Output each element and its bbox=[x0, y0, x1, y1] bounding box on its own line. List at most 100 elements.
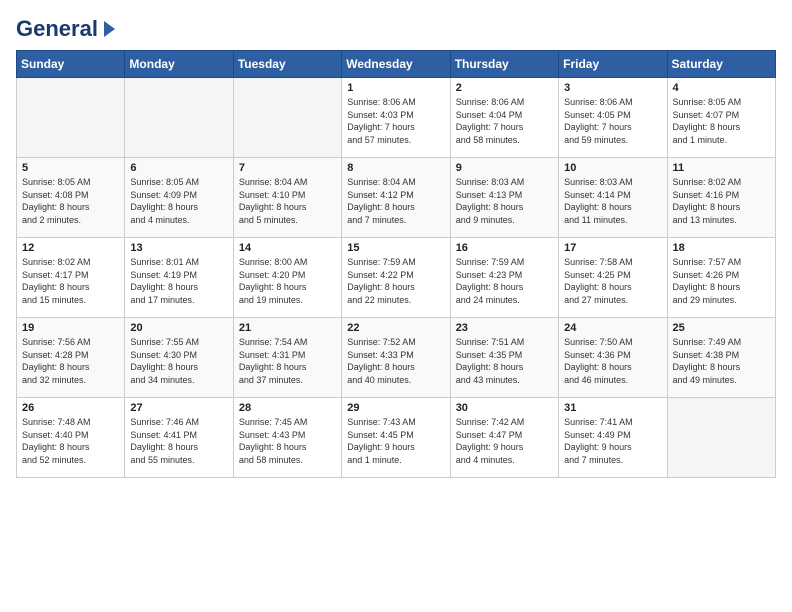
day-number: 27 bbox=[130, 402, 227, 414]
day-number: 13 bbox=[130, 242, 227, 254]
day-number: 3 bbox=[564, 82, 661, 94]
day-number: 28 bbox=[239, 402, 336, 414]
day-info: Sunrise: 8:06 AM Sunset: 4:04 PM Dayligh… bbox=[456, 96, 553, 146]
day-info: Sunrise: 7:45 AM Sunset: 4:43 PM Dayligh… bbox=[239, 416, 336, 466]
table-row: 28 Sunrise: 7:45 AM Sunset: 4:43 PM Dayli… bbox=[233, 398, 341, 478]
table-row: 23 Sunrise: 7:51 AM Sunset: 4:35 PM Dayli… bbox=[450, 318, 558, 398]
day-info: Sunrise: 7:48 AM Sunset: 4:40 PM Dayligh… bbox=[22, 416, 119, 466]
day-number: 31 bbox=[564, 402, 661, 414]
day-number: 24 bbox=[564, 322, 661, 334]
table-row: 20 Sunrise: 7:55 AM Sunset: 4:30 PM Dayli… bbox=[125, 318, 233, 398]
header-sunday: Sunday bbox=[17, 51, 125, 78]
table-row: 14 Sunrise: 8:00 AM Sunset: 4:20 PM Dayli… bbox=[233, 238, 341, 318]
weekday-header-row: Sunday Monday Tuesday Wednesday Thursday… bbox=[17, 51, 776, 78]
table-row bbox=[667, 398, 775, 478]
day-info: Sunrise: 7:42 AM Sunset: 4:47 PM Dayligh… bbox=[456, 416, 553, 466]
table-row: 12 Sunrise: 8:02 AM Sunset: 4:17 PM Dayli… bbox=[17, 238, 125, 318]
header: General bbox=[16, 16, 776, 40]
table-row: 22 Sunrise: 7:52 AM Sunset: 4:33 PM Dayli… bbox=[342, 318, 450, 398]
day-info: Sunrise: 8:05 AM Sunset: 4:07 PM Dayligh… bbox=[673, 96, 770, 146]
table-row: 30 Sunrise: 7:42 AM Sunset: 4:47 PM Dayli… bbox=[450, 398, 558, 478]
table-row: 11Sunrise: 8:02 AM Sunset: 4:16 PM Dayli… bbox=[667, 158, 775, 238]
day-number: 26 bbox=[22, 402, 119, 414]
table-row: 29 Sunrise: 7:43 AM Sunset: 4:45 PM Dayli… bbox=[342, 398, 450, 478]
day-info: Sunrise: 7:59 AM Sunset: 4:23 PM Dayligh… bbox=[456, 256, 553, 306]
calendar-week-row: 1 Sunrise: 8:06 AM Sunset: 4:03 PM Daylig… bbox=[17, 78, 776, 158]
day-number: 20 bbox=[130, 322, 227, 334]
day-info: Sunrise: 7:50 AM Sunset: 4:36 PM Dayligh… bbox=[564, 336, 661, 386]
header-wednesday: Wednesday bbox=[342, 51, 450, 78]
day-number: 7 bbox=[239, 162, 336, 174]
header-friday: Friday bbox=[559, 51, 667, 78]
table-row: 15 Sunrise: 7:59 AM Sunset: 4:22 PM Dayli… bbox=[342, 238, 450, 318]
table-row: 26 Sunrise: 7:48 AM Sunset: 4:40 PM Dayli… bbox=[17, 398, 125, 478]
day-info: Sunrise: 7:54 AM Sunset: 4:31 PM Dayligh… bbox=[239, 336, 336, 386]
day-number: 22 bbox=[347, 322, 444, 334]
header-monday: Monday bbox=[125, 51, 233, 78]
day-number: 4 bbox=[673, 82, 770, 94]
calendar-week-row: 12 Sunrise: 8:02 AM Sunset: 4:17 PM Dayli… bbox=[17, 238, 776, 318]
day-number: 8 bbox=[347, 162, 444, 174]
table-row: 21Sunrise: 7:54 AM Sunset: 4:31 PM Dayli… bbox=[233, 318, 341, 398]
day-info: Sunrise: 8:03 AM Sunset: 4:13 PM Dayligh… bbox=[456, 176, 553, 226]
day-number: 14 bbox=[239, 242, 336, 254]
day-info: Sunrise: 7:59 AM Sunset: 4:22 PM Dayligh… bbox=[347, 256, 444, 306]
table-row: 5 Sunrise: 8:05 AM Sunset: 4:08 PM Daylig… bbox=[17, 158, 125, 238]
day-number: 29 bbox=[347, 402, 444, 414]
day-info: Sunrise: 8:06 AM Sunset: 4:03 PM Dayligh… bbox=[347, 96, 444, 146]
day-info: Sunrise: 8:00 AM Sunset: 4:20 PM Dayligh… bbox=[239, 256, 336, 306]
day-number: 19 bbox=[22, 322, 119, 334]
day-info: Sunrise: 7:51 AM Sunset: 4:35 PM Dayligh… bbox=[456, 336, 553, 386]
table-row: 4 Sunrise: 8:05 AM Sunset: 4:07 PM Daylig… bbox=[667, 78, 775, 158]
table-row: 27Sunrise: 7:46 AM Sunset: 4:41 PM Dayli… bbox=[125, 398, 233, 478]
day-number: 18 bbox=[673, 242, 770, 254]
day-number: 16 bbox=[456, 242, 553, 254]
day-info: Sunrise: 7:55 AM Sunset: 4:30 PM Dayligh… bbox=[130, 336, 227, 386]
logo-general: General bbox=[16, 16, 98, 42]
day-number: 25 bbox=[673, 322, 770, 334]
calendar-body: 1 Sunrise: 8:06 AM Sunset: 4:03 PM Daylig… bbox=[17, 78, 776, 478]
day-info: Sunrise: 8:04 AM Sunset: 4:12 PM Dayligh… bbox=[347, 176, 444, 226]
day-number: 9 bbox=[456, 162, 553, 174]
table-row bbox=[233, 78, 341, 158]
calendar-week-row: 19Sunrise: 7:56 AM Sunset: 4:28 PM Dayli… bbox=[17, 318, 776, 398]
day-number: 15 bbox=[347, 242, 444, 254]
day-info: Sunrise: 7:49 AM Sunset: 4:38 PM Dayligh… bbox=[673, 336, 770, 386]
table-row bbox=[125, 78, 233, 158]
table-row: 8 Sunrise: 8:04 AM Sunset: 4:12 PM Daylig… bbox=[342, 158, 450, 238]
table-row: 19Sunrise: 7:56 AM Sunset: 4:28 PM Dayli… bbox=[17, 318, 125, 398]
header-tuesday: Tuesday bbox=[233, 51, 341, 78]
day-number: 5 bbox=[22, 162, 119, 174]
day-number: 12 bbox=[22, 242, 119, 254]
table-row: 2 Sunrise: 8:06 AM Sunset: 4:04 PM Daylig… bbox=[450, 78, 558, 158]
header-saturday: Saturday bbox=[667, 51, 775, 78]
day-info: Sunrise: 7:52 AM Sunset: 4:33 PM Dayligh… bbox=[347, 336, 444, 386]
day-info: Sunrise: 8:05 AM Sunset: 4:08 PM Dayligh… bbox=[22, 176, 119, 226]
table-row: 10Sunrise: 8:03 AM Sunset: 4:14 PM Dayli… bbox=[559, 158, 667, 238]
logo-arrow-icon bbox=[104, 21, 115, 37]
table-row: 16 Sunrise: 7:59 AM Sunset: 4:23 PM Dayli… bbox=[450, 238, 558, 318]
day-number: 17 bbox=[564, 242, 661, 254]
day-number: 1 bbox=[347, 82, 444, 94]
day-number: 10 bbox=[564, 162, 661, 174]
day-number: 6 bbox=[130, 162, 227, 174]
calendar-week-row: 26 Sunrise: 7:48 AM Sunset: 4:40 PM Dayli… bbox=[17, 398, 776, 478]
day-info: Sunrise: 8:04 AM Sunset: 4:10 PM Dayligh… bbox=[239, 176, 336, 226]
table-row: 17Sunrise: 7:58 AM Sunset: 4:25 PM Dayli… bbox=[559, 238, 667, 318]
table-row: 7 Sunrise: 8:04 AM Sunset: 4:10 PM Daylig… bbox=[233, 158, 341, 238]
header-thursday: Thursday bbox=[450, 51, 558, 78]
table-row bbox=[17, 78, 125, 158]
day-info: Sunrise: 8:02 AM Sunset: 4:17 PM Dayligh… bbox=[22, 256, 119, 306]
day-info: Sunrise: 7:43 AM Sunset: 4:45 PM Dayligh… bbox=[347, 416, 444, 466]
day-number: 2 bbox=[456, 82, 553, 94]
day-number: 23 bbox=[456, 322, 553, 334]
day-info: Sunrise: 8:02 AM Sunset: 4:16 PM Dayligh… bbox=[673, 176, 770, 226]
day-info: Sunrise: 8:01 AM Sunset: 4:19 PM Dayligh… bbox=[130, 256, 227, 306]
day-info: Sunrise: 7:41 AM Sunset: 4:49 PM Dayligh… bbox=[564, 416, 661, 466]
day-number: 30 bbox=[456, 402, 553, 414]
table-row: 25 Sunrise: 7:49 AM Sunset: 4:38 PM Dayli… bbox=[667, 318, 775, 398]
table-row: 31 Sunrise: 7:41 AM Sunset: 4:49 PM Dayli… bbox=[559, 398, 667, 478]
calendar-week-row: 5 Sunrise: 8:05 AM Sunset: 4:08 PM Daylig… bbox=[17, 158, 776, 238]
table-row: 24 Sunrise: 7:50 AM Sunset: 4:36 PM Dayli… bbox=[559, 318, 667, 398]
day-info: Sunrise: 8:05 AM Sunset: 4:09 PM Dayligh… bbox=[130, 176, 227, 226]
